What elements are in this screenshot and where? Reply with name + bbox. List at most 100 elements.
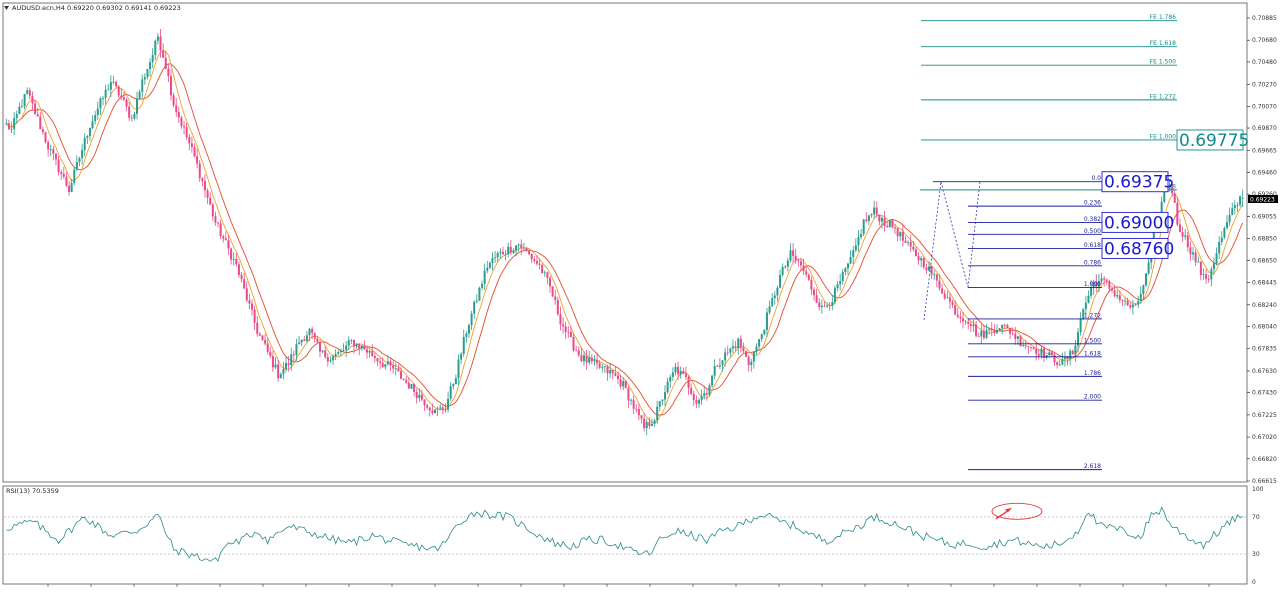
candle-body — [1011, 333, 1014, 335]
price-tick-label: 0.68040 — [1252, 323, 1277, 330]
candle-body — [734, 346, 737, 349]
candle-body — [718, 365, 721, 367]
candle-body — [522, 247, 525, 249]
chart-canvas[interactable]: 0.70885 0.70680 0.70480 0.70270 0.70070 0.698… — [0, 0, 1280, 588]
candle-body — [454, 378, 457, 385]
candle-body — [172, 95, 175, 106]
candle-body — [826, 305, 829, 307]
candle-body — [1084, 302, 1087, 310]
candle-body — [366, 349, 369, 353]
candle-body — [745, 351, 748, 357]
candle-body — [836, 284, 839, 289]
candle-body — [669, 376, 672, 382]
candle-body — [515, 245, 518, 251]
candle-body — [1144, 273, 1147, 286]
candle-body — [917, 256, 920, 261]
candle-body — [933, 274, 936, 276]
candle-body — [786, 260, 789, 267]
chart-window[interactable]: 0.70885 0.70680 0.70480 0.70270 0.70070 0.698… — [0, 0, 1280, 588]
candle-body — [1142, 285, 1145, 294]
candle-body — [977, 336, 980, 337]
candle-body — [1040, 348, 1043, 356]
fib-level-label: 1.000 — [1084, 281, 1101, 288]
candle-body — [400, 371, 403, 379]
candle-body — [332, 356, 335, 361]
candle-body — [384, 364, 387, 368]
candle-body — [1014, 333, 1017, 339]
candle-body — [133, 113, 136, 119]
candle-body — [279, 373, 282, 379]
candle-body — [632, 399, 635, 409]
candle-body — [271, 356, 274, 368]
candle-body — [865, 219, 868, 222]
candle-body — [128, 106, 131, 118]
candle-body — [88, 128, 91, 137]
candle-body — [951, 301, 954, 305]
candle-body — [954, 304, 957, 315]
candle-body — [677, 366, 680, 375]
candle-body — [232, 258, 235, 260]
candle-body — [797, 260, 800, 262]
candle-body — [860, 234, 863, 238]
candle-body — [146, 69, 149, 78]
candle-body — [1147, 262, 1150, 274]
candle-body — [909, 242, 912, 247]
candle-body — [1016, 336, 1019, 339]
price-tick-label: 0.70680 — [1252, 37, 1277, 44]
candle-body — [415, 391, 418, 398]
candle-body — [488, 262, 491, 268]
fib-level-label: 1.786 — [1084, 370, 1101, 377]
candle-body — [622, 381, 625, 387]
price-tick-label: 0.70070 — [1252, 103, 1277, 110]
candle-body — [39, 116, 42, 130]
candle-body — [130, 117, 133, 119]
candle-body — [264, 339, 267, 344]
candle-body — [776, 287, 779, 296]
candle-body — [739, 338, 742, 348]
candle-body — [972, 324, 975, 327]
candle-body — [755, 346, 758, 352]
candle-body — [912, 246, 915, 250]
candle-body — [5, 123, 8, 125]
candle-body — [1181, 232, 1184, 237]
candle-body — [214, 216, 217, 223]
candle-body — [627, 388, 630, 401]
candle-body — [596, 359, 599, 364]
price-tick-label: 0.69870 — [1252, 125, 1277, 132]
candle-body — [705, 393, 708, 395]
candle-body — [355, 343, 358, 347]
candle-body — [436, 408, 439, 410]
candle-body — [549, 277, 552, 287]
fib-level-label: 0.786 — [1084, 259, 1101, 266]
candle-body — [237, 264, 240, 275]
candle-body — [20, 106, 23, 108]
candle-body — [1134, 304, 1137, 306]
candle-body — [925, 267, 928, 271]
candle-body — [616, 375, 619, 380]
candle-body — [347, 340, 350, 346]
candle-body — [501, 251, 504, 255]
candle-body — [922, 258, 925, 268]
candle-body — [810, 279, 813, 290]
candle-body — [1184, 235, 1187, 237]
candle-body — [1056, 362, 1059, 365]
candle-body — [313, 333, 316, 339]
candle-body — [807, 274, 810, 280]
candle-body — [1037, 353, 1040, 356]
candle-body — [504, 254, 507, 256]
candle-body — [948, 297, 951, 302]
candle-body — [318, 342, 321, 352]
candle-body — [1241, 198, 1244, 200]
candle-body — [1009, 327, 1012, 334]
candle-body — [1215, 253, 1218, 264]
candle-body — [94, 115, 97, 122]
candle-body — [373, 356, 376, 359]
candle-body — [1239, 196, 1242, 205]
candle-body — [771, 298, 774, 307]
rsi-tick-label: 100 — [1252, 486, 1264, 493]
candle-body — [512, 250, 515, 253]
candle-body — [248, 300, 251, 304]
candle-body — [99, 98, 102, 109]
candle-body — [637, 409, 640, 416]
candle-body — [995, 330, 998, 333]
